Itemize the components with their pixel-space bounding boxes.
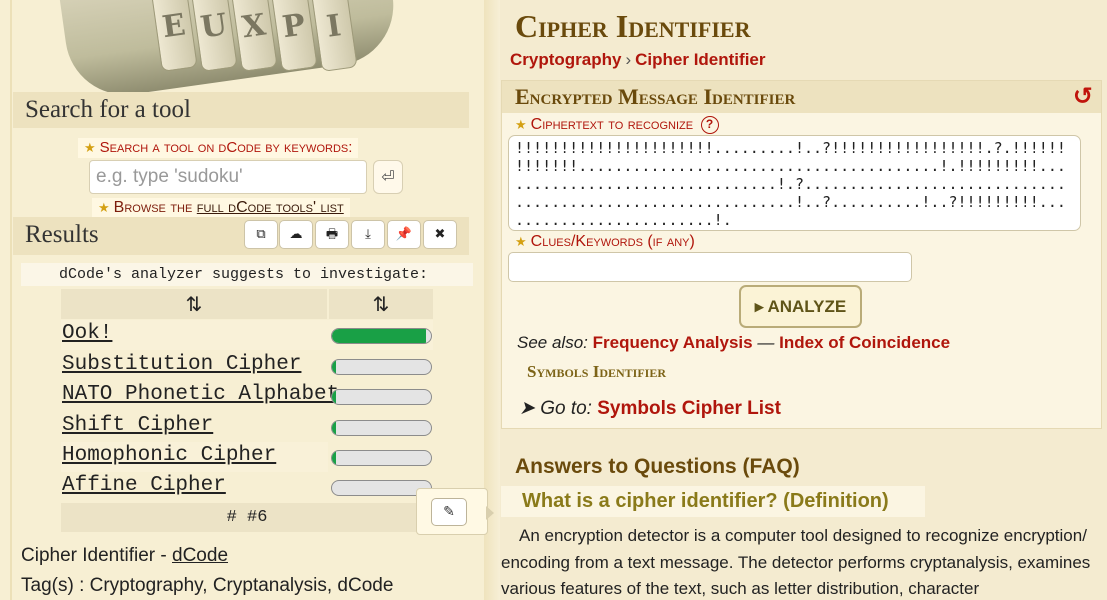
print-button[interactable]: 🖶 xyxy=(315,220,349,249)
clues-input[interactable] xyxy=(508,252,912,282)
pin-button[interactable]: 📌 xyxy=(387,220,421,249)
search-heading: Search for a tool xyxy=(13,92,469,128)
close-icon: ✖ xyxy=(434,227,446,242)
score-bar xyxy=(331,328,432,344)
score-bar xyxy=(331,450,432,466)
star-icon: ★ xyxy=(515,234,527,249)
results-pagination: # #6 xyxy=(61,503,433,532)
enter-icon: ⏎ xyxy=(381,167,395,186)
result-row: Homophonic Cipher xyxy=(61,442,432,472)
cloud-button[interactable]: ☁ xyxy=(279,220,313,249)
cipher-identifier-credit: Cipher Identifier - dCode xyxy=(21,545,229,566)
result-row: NATO Phonetic Alphabet xyxy=(61,381,433,411)
result-link[interactable]: Ook! xyxy=(62,322,112,345)
tool-heading: Encrypted Message Identifier ↺ xyxy=(502,81,1101,113)
copy-icon: ⧉ xyxy=(256,227,266,242)
clues-label: ★ Clues/Keywords (if any) xyxy=(515,233,695,250)
search-go-button[interactable]: ⏎ xyxy=(373,160,403,194)
sort-by-name-button[interactable]: ⇅ xyxy=(61,289,327,319)
ciphertext-label: ★ Ciphertext to recognize ? xyxy=(515,116,719,136)
page-title: Cipher Identifier xyxy=(515,8,751,44)
result-row: Substitution Cipher xyxy=(61,351,433,381)
faq-answer: An encryption detector is a computer too… xyxy=(501,526,1091,598)
print-icon: 🖶 xyxy=(325,227,339,242)
analyzer-suggestion: dCode's analyzer suggests to investigate… xyxy=(21,263,473,286)
download-icon: ⤓ xyxy=(365,227,371,242)
result-link[interactable]: Substitution Cipher xyxy=(62,353,301,376)
pin-icon: 📌 xyxy=(395,227,413,242)
star-icon: ★ xyxy=(515,117,527,132)
result-link[interactable]: Homophonic Cipher xyxy=(62,444,276,467)
result-link[interactable]: Shift Cipher xyxy=(62,414,213,437)
faq-title: Answers to Questions (FAQ) xyxy=(515,455,800,478)
sort-by-score-button[interactable]: ⇅ xyxy=(329,289,433,319)
edit-panel: ✎ xyxy=(416,488,488,535)
results-header-row: ⇅ ⇅ xyxy=(61,289,433,319)
goto-line: ➤ Go to: Symbols Cipher List xyxy=(519,398,781,419)
breadcrumb: Cryptography › Cipher Identifier xyxy=(510,50,766,70)
dcode-logo[interactable]: E U X P I xyxy=(55,0,400,92)
result-link[interactable]: NATO Phonetic Alphabet xyxy=(62,383,339,406)
index-of-coincidence-link[interactable]: Index of Coincidence xyxy=(779,333,950,352)
browse-tools: ★ Browse the full dCode tools' list xyxy=(92,198,350,218)
score-bar xyxy=(331,389,432,405)
symbols-identifier-link[interactable]: Symbols Identifier xyxy=(527,362,666,382)
ciphertext-input[interactable]: !!!!!!!!!!!!!!!!!!!!!!.........!..?!!!!!… xyxy=(508,135,1081,231)
star-icon: ★ xyxy=(84,140,96,155)
full-tools-list-link[interactable]: full dCode tools' list xyxy=(197,199,344,216)
pencil-icon: ✎ xyxy=(443,504,455,520)
help-icon[interactable]: ? xyxy=(700,116,719,134)
reset-icon[interactable]: ↺ xyxy=(1073,82,1093,110)
breadcrumb-separator: › xyxy=(625,50,632,69)
close-button[interactable]: ✖ xyxy=(423,220,457,249)
star-icon: ★ xyxy=(98,200,110,215)
tool-panel: Encrypted Message Identifier ↺ ★ Ciphertex… xyxy=(501,80,1102,429)
result-row: Affine Cipher xyxy=(61,472,433,502)
edit-button[interactable]: ✎ xyxy=(431,498,467,526)
tags-line: Tag(s) : Cryptography, Cryptanalysis, dC… xyxy=(21,575,394,596)
score-bar xyxy=(331,359,432,375)
breadcrumb-cipher-identifier[interactable]: Cipher Identifier xyxy=(635,50,765,69)
breadcrumb-cryptography[interactable]: Cryptography xyxy=(510,50,621,69)
sidebar-edge xyxy=(10,0,12,600)
frequency-analysis-link[interactable]: Frequency Analysis xyxy=(593,333,753,352)
dcode-link[interactable]: dCode xyxy=(172,545,228,566)
search-input[interactable] xyxy=(89,160,367,194)
download-button[interactable]: ⤓ xyxy=(351,220,385,249)
cloud-icon: ☁ xyxy=(289,227,303,242)
faq-question: What is a cipher identifier? (Definition… xyxy=(522,490,889,512)
copy-button[interactable]: ⧉ xyxy=(244,220,278,249)
edit-panel-pointer xyxy=(486,506,494,520)
result-row: Shift Cipher xyxy=(61,412,433,442)
see-also: See also: Frequency Analysis — Index of … xyxy=(517,333,951,352)
analyze-button[interactable]: ▸ ANALYZE xyxy=(739,285,862,328)
result-row: Ook! xyxy=(61,320,433,350)
symbols-cipher-list-link[interactable]: Symbols Cipher List xyxy=(597,398,781,419)
search-label: ★ Search a tool on dCode by keywords: xyxy=(78,138,359,158)
result-link[interactable]: Affine Cipher xyxy=(62,474,226,497)
score-bar xyxy=(331,420,432,436)
